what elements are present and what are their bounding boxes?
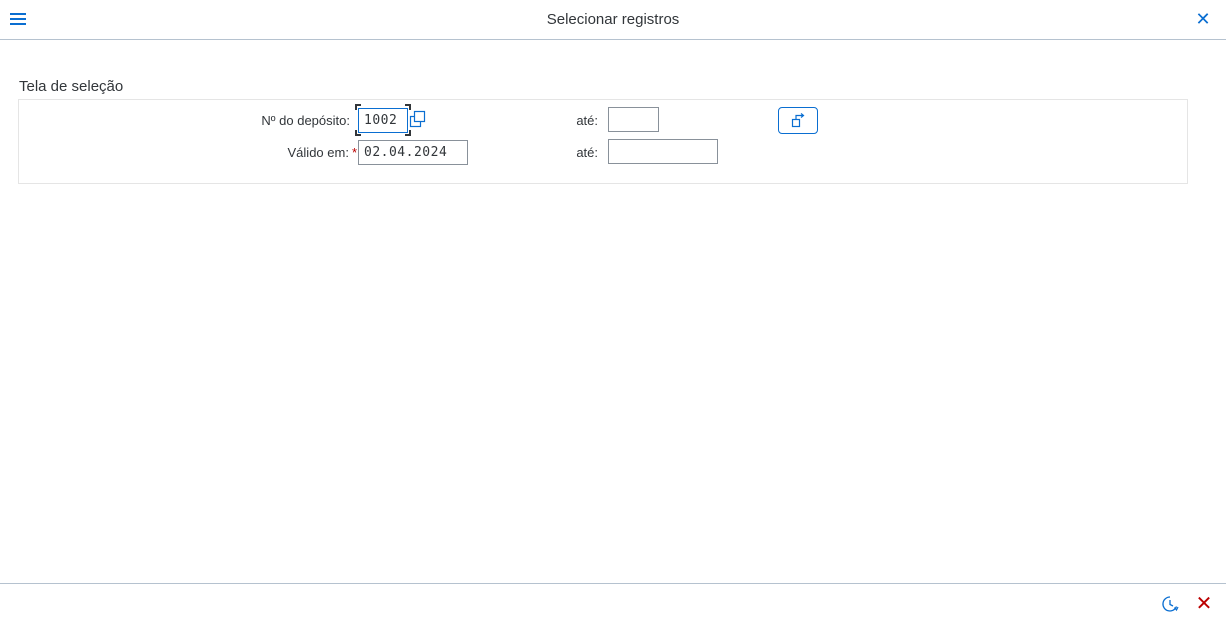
close-icon[interactable]: ✕ — [1194, 10, 1212, 28]
deposit-number-from-input[interactable]: 1002 — [358, 108, 408, 133]
section-title: Tela de seleção — [19, 78, 124, 95]
selection-panel — [18, 99, 1188, 184]
valid-on-to-input[interactable] — [608, 139, 718, 164]
deposit-to-label: até: — [576, 113, 598, 128]
multiple-selection-icon — [791, 113, 805, 128]
footer-toolbar: ✕ — [0, 583, 1226, 622]
deposit-number-label: Nº do depósito: — [261, 113, 350, 128]
deposit-number-to-input[interactable] — [608, 107, 659, 132]
valid-on-label-text: Válido em: — [287, 145, 349, 160]
history-clock-icon[interactable] — [1160, 594, 1180, 614]
value-help-icon[interactable] — [409, 108, 427, 130]
required-indicator: * — [351, 145, 357, 160]
valid-on-from-input[interactable]: 02.04.2024 — [358, 140, 468, 165]
valid-on-label: Válido em: * — [220, 145, 357, 160]
valid-on-to-label: até: — [576, 145, 598, 160]
multiple-selection-button[interactable] — [778, 107, 818, 134]
title-bar: Selecionar registros ✕ — [0, 0, 1226, 40]
cancel-icon[interactable]: ✕ — [1194, 594, 1214, 614]
dialog-title: Selecionar registros — [546, 11, 680, 28]
